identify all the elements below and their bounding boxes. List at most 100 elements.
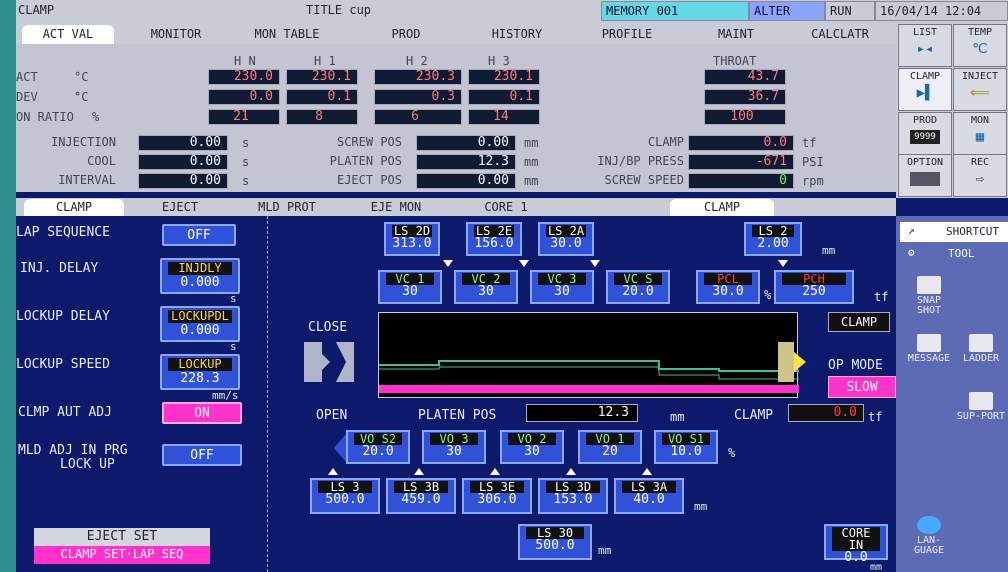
lockup-speed-label: LOCKUP SPEED: [16, 357, 110, 372]
ls-bottom-unit: mm: [694, 500, 708, 513]
list-button[interactable]: LIST ▸◂: [898, 24, 952, 67]
pch[interactable]: PCH 250: [774, 270, 854, 304]
dev-h3: 0.1: [468, 89, 540, 105]
subtab-core-1[interactable]: CORE 1: [456, 199, 556, 216]
ls-3d-marker: [566, 468, 576, 475]
core-in[interactable]: CORE IN 0.0: [824, 524, 888, 565]
rec-button[interactable]: REC ⇨: [953, 154, 1007, 197]
row-label-act: ACT: [16, 70, 38, 84]
eject-set-button[interactable]: EJECT SET: [34, 528, 210, 546]
lap-sequence-label: LAP SEQUENCE: [16, 225, 110, 240]
prod-icon: 9999: [910, 130, 940, 144]
inj-delay-name: INJDLY: [168, 262, 232, 275]
list-icon: ▸◂: [916, 41, 934, 57]
eject-pos-unit: mm: [524, 174, 539, 188]
subtab-clamp[interactable]: CLAMP: [24, 199, 124, 216]
ratio-h1: 8: [286, 109, 358, 125]
tab-calclatr[interactable]: CALCLATR: [788, 25, 892, 44]
lockup-delay-input[interactable]: LOCKUPDL 0.000: [160, 306, 240, 342]
clamp-force-unit: tf: [802, 136, 817, 150]
vo-3[interactable]: VO 3 30: [422, 430, 486, 464]
prod-button[interactable]: PROD 9999: [898, 112, 952, 155]
ratio-throat: 100: [704, 109, 786, 125]
clmp-aut-adj-toggle[interactable]: ON: [162, 402, 242, 424]
lockup-speed-input[interactable]: LOCKUP 228.3: [160, 354, 240, 390]
lockup-delay-label: LOCKUP DELAY: [16, 309, 110, 324]
act-h2: 230.3: [374, 69, 462, 85]
subtab-eject[interactable]: EJECT: [134, 199, 226, 216]
dev-hn: 0.0: [208, 89, 280, 105]
tab-monitor[interactable]: MONITOR: [126, 25, 226, 44]
ladder-button[interactable]: LADDER: [956, 334, 1006, 364]
row-unit-act: °C: [74, 70, 89, 84]
tab-history[interactable]: HISTORY: [463, 25, 571, 44]
clamp-sub-tabs: CLAMP EJECT MLD PROT EJE MON CORE 1 CLAM…: [16, 198, 896, 216]
subtab-mld-prot[interactable]: MLD PROT: [238, 199, 336, 216]
inject-button[interactable]: INJECT ⟸: [953, 68, 1007, 111]
subtab-clamp-right[interactable]: CLAMP: [670, 199, 774, 216]
core-in-unit: mm: [870, 562, 883, 572]
ls-3d[interactable]: LS 3D 153.0: [538, 478, 608, 514]
ls-2[interactable]: LS 2 2.00: [744, 222, 802, 256]
pcl[interactable]: PCL 30.0: [696, 270, 760, 304]
vc-2[interactable]: VC 2 30: [454, 270, 518, 304]
vc-1[interactable]: VC 1 30: [378, 270, 442, 304]
subtab-eje-mon[interactable]: EJE MON: [346, 199, 446, 216]
ls-3b[interactable]: LS 3B 459.0: [386, 478, 456, 514]
ls-3[interactable]: LS 3 500.0: [310, 478, 380, 514]
clamp-button[interactable]: CLAMP ▶▌: [898, 68, 952, 111]
lockup-speed-unit: mm/s: [212, 389, 239, 402]
mold-icon: [778, 342, 806, 382]
actual-values-panel: H N H 1 H 2 H 3 THROAT ACT °C 230.0 230.…: [16, 44, 896, 192]
tab-act-val[interactable]: ACT VAL: [22, 25, 114, 44]
ls-2-marker: [778, 260, 788, 267]
globe-icon: [917, 516, 941, 534]
clmp-aut-adj-label: CLMP AUT ADJ: [18, 405, 112, 420]
inj-bp-press-label: INJ/BP PRESS: [597, 154, 684, 168]
temp-button[interactable]: TEMP ℃: [953, 24, 1007, 67]
mon-button[interactable]: MON ▦: [953, 112, 1007, 155]
top-bar: CLAMP TITLE cup MEMORY 001 ALTER RUN 16/…: [16, 0, 1008, 22]
tab-mon-table[interactable]: MON TABLE: [228, 25, 346, 44]
vo-s1[interactable]: VO S1 10.0: [654, 430, 718, 464]
platen-pos-label: PLATEN POS: [329, 154, 402, 168]
clamp-force-label: CLAMP: [647, 135, 684, 149]
option-button[interactable]: OPTION: [898, 154, 952, 197]
tool-panel: ↗ SHORTCUT ⚙ TOOL SNAP SHOT MESSAGE LADD…: [896, 216, 1008, 572]
lockup-delay-value: 0.000: [180, 323, 220, 338]
support-button[interactable]: SUP-PORT: [956, 392, 1006, 422]
snap-shot-button[interactable]: SNAP SHOT: [904, 276, 954, 316]
eject-pos-label: EJECT POS: [336, 173, 402, 187]
vc-3[interactable]: VC 3 30: [530, 270, 594, 304]
clamp-force-bottom-label: CLAMP: [734, 408, 774, 423]
vc-s[interactable]: VC S 20.0: [606, 270, 670, 304]
ls-3e[interactable]: LS 3E 306.0: [462, 478, 532, 514]
row-unit-onratio: %: [92, 110, 100, 124]
ls-2d[interactable]: LS 2D 313.0: [384, 222, 440, 256]
tab-profile[interactable]: PROFILE: [573, 25, 681, 44]
ls-2e[interactable]: LS 2E 156.0: [466, 222, 522, 256]
ls-30[interactable]: LS 30 500.0: [518, 524, 592, 560]
shortcut-header[interactable]: ↗ SHORTCUT: [900, 222, 1008, 242]
vo-2[interactable]: VO 2 30: [500, 430, 564, 464]
vo-1[interactable]: VO 1 20: [578, 430, 642, 464]
col-h3: H 3: [488, 54, 510, 68]
tab-prod[interactable]: PROD: [351, 25, 461, 44]
mld-adj-toggle[interactable]: OFF: [162, 444, 242, 466]
ls-3a[interactable]: LS 3A 40.0: [614, 478, 684, 514]
vo-s2[interactable]: VO S2 20.0: [346, 430, 410, 464]
tab-maint[interactable]: MAINT: [686, 25, 786, 44]
language-button[interactable]: LAN-GUAGE: [904, 516, 954, 556]
inj-delay-input[interactable]: INJDLY 0.000: [160, 258, 240, 294]
ls-2a[interactable]: LS 2A 30.0: [538, 222, 594, 256]
platen-pos-unit: mm: [524, 155, 539, 169]
inj-delay-unit: s: [230, 292, 237, 305]
function-buttons: LIST ▸◂ TEMP ℃ CLAMP ▶▌ INJECT ⟸ PROD 9999 MO…: [896, 22, 1008, 198]
lap-sequence-toggle[interactable]: OFF: [162, 224, 236, 246]
clamp-set-lap-seq-button[interactable]: CLAMP SET·LAP SEQ: [34, 546, 210, 564]
message-button[interactable]: MESSAGE: [904, 334, 954, 364]
act-h3: 230.1: [468, 69, 540, 85]
col-hn: H N: [234, 54, 256, 68]
injection-time: 0.00: [138, 135, 228, 151]
op-mode-slow-button[interactable]: SLOW: [828, 376, 896, 398]
